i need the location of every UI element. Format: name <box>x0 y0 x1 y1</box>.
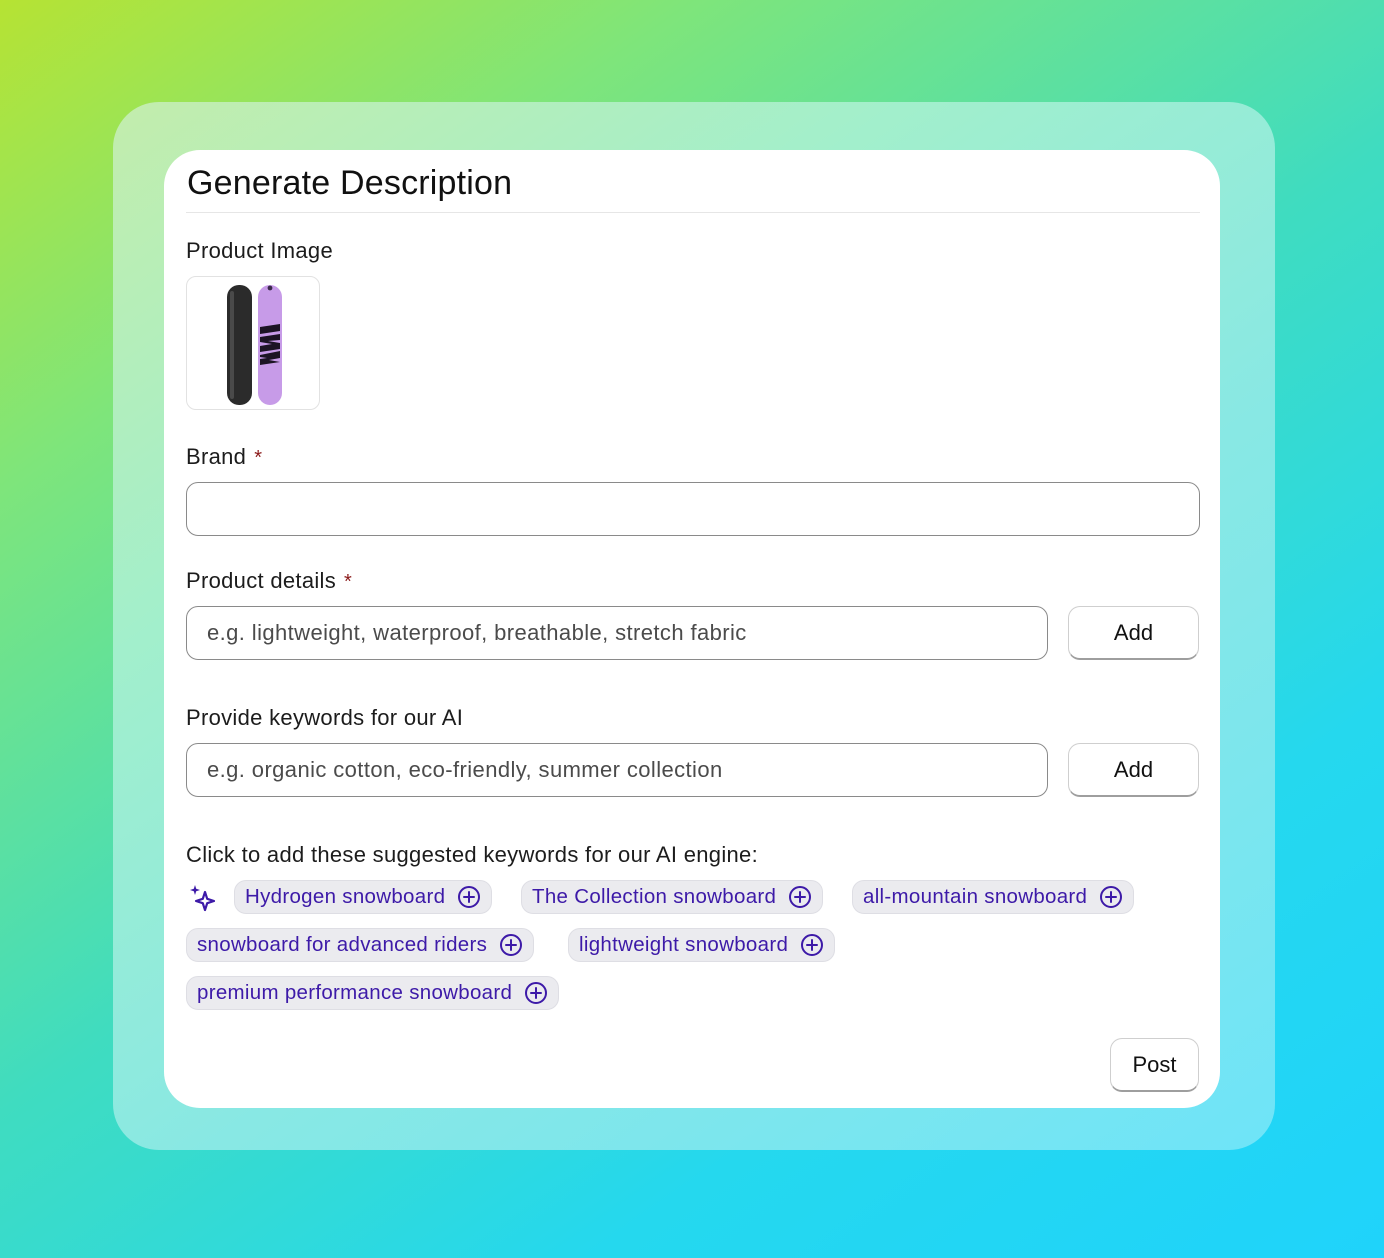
title-divider <box>186 212 1200 213</box>
product-image-label: Product Image <box>186 238 333 264</box>
brand-label-text: Brand <box>186 444 247 469</box>
product-image-thumbnail[interactable] <box>186 276 320 410</box>
suggested-keyword-chip[interactable]: The Collection snowboard <box>521 880 824 914</box>
chip-label: Hydrogen snowboard <box>245 885 446 908</box>
brand-label: Brand * <box>186 444 262 470</box>
keywords-label: Provide keywords for our AI <box>186 705 463 731</box>
dark-snowboard-highlight <box>230 291 234 399</box>
keywords-label-text: Provide keywords for our AI <box>186 705 464 730</box>
brand-required-mark: * <box>254 447 263 469</box>
product-details-label-text: Product details <box>186 568 337 593</box>
chip-label: premium performance snowboard <box>197 981 513 1004</box>
product-details-add-button[interactable]: Add <box>1068 606 1199 660</box>
suggested-keyword-chip[interactable]: all-mountain snowboard <box>852 880 1135 914</box>
plus-circle-icon <box>1099 885 1123 909</box>
brand-input[interactable] <box>186 482 1200 536</box>
product-details-required-mark: * <box>344 571 353 593</box>
suggestions-intro-text: Click to add these suggested keywords fo… <box>186 842 759 867</box>
suggested-keyword-chip[interactable]: premium performance snowboard <box>186 976 560 1010</box>
post-button[interactable]: Post <box>1110 1038 1199 1092</box>
chip-label: lightweight snowboard <box>579 933 789 956</box>
plus-circle-icon <box>524 981 548 1005</box>
sparkle-icon <box>190 884 216 917</box>
chip-label: snowboard for advanced riders <box>197 933 488 956</box>
generate-description-dialog: Generate Description Product Image Brand… <box>164 150 1220 1108</box>
dialog-title: Generate Description <box>187 164 513 202</box>
product-image-label-text: Product Image <box>186 238 333 263</box>
suggested-keyword-chip[interactable]: lightweight snowboard <box>568 928 836 962</box>
plus-circle-icon <box>800 933 824 957</box>
suggested-keyword-chip[interactable]: Hydrogen snowboard <box>234 880 493 914</box>
product-details-label: Product details * <box>186 568 352 594</box>
plus-circle-icon <box>499 933 523 957</box>
keywords-add-button[interactable]: Add <box>1068 743 1199 797</box>
suggested-keyword-chip[interactable]: snowboard for advanced riders <box>186 928 535 962</box>
plus-circle-icon <box>788 885 812 909</box>
chip-label: The Collection snowboard <box>532 885 777 908</box>
purple-snowboard-dot <box>267 285 273 291</box>
keywords-input[interactable] <box>186 743 1048 797</box>
suggestions-intro: Click to add these suggested keywords fo… <box>186 842 758 868</box>
plus-circle-icon <box>457 885 481 909</box>
snowboard-image <box>227 285 282 405</box>
chip-label: all-mountain snowboard <box>863 885 1088 908</box>
product-details-input[interactable] <box>186 606 1048 660</box>
